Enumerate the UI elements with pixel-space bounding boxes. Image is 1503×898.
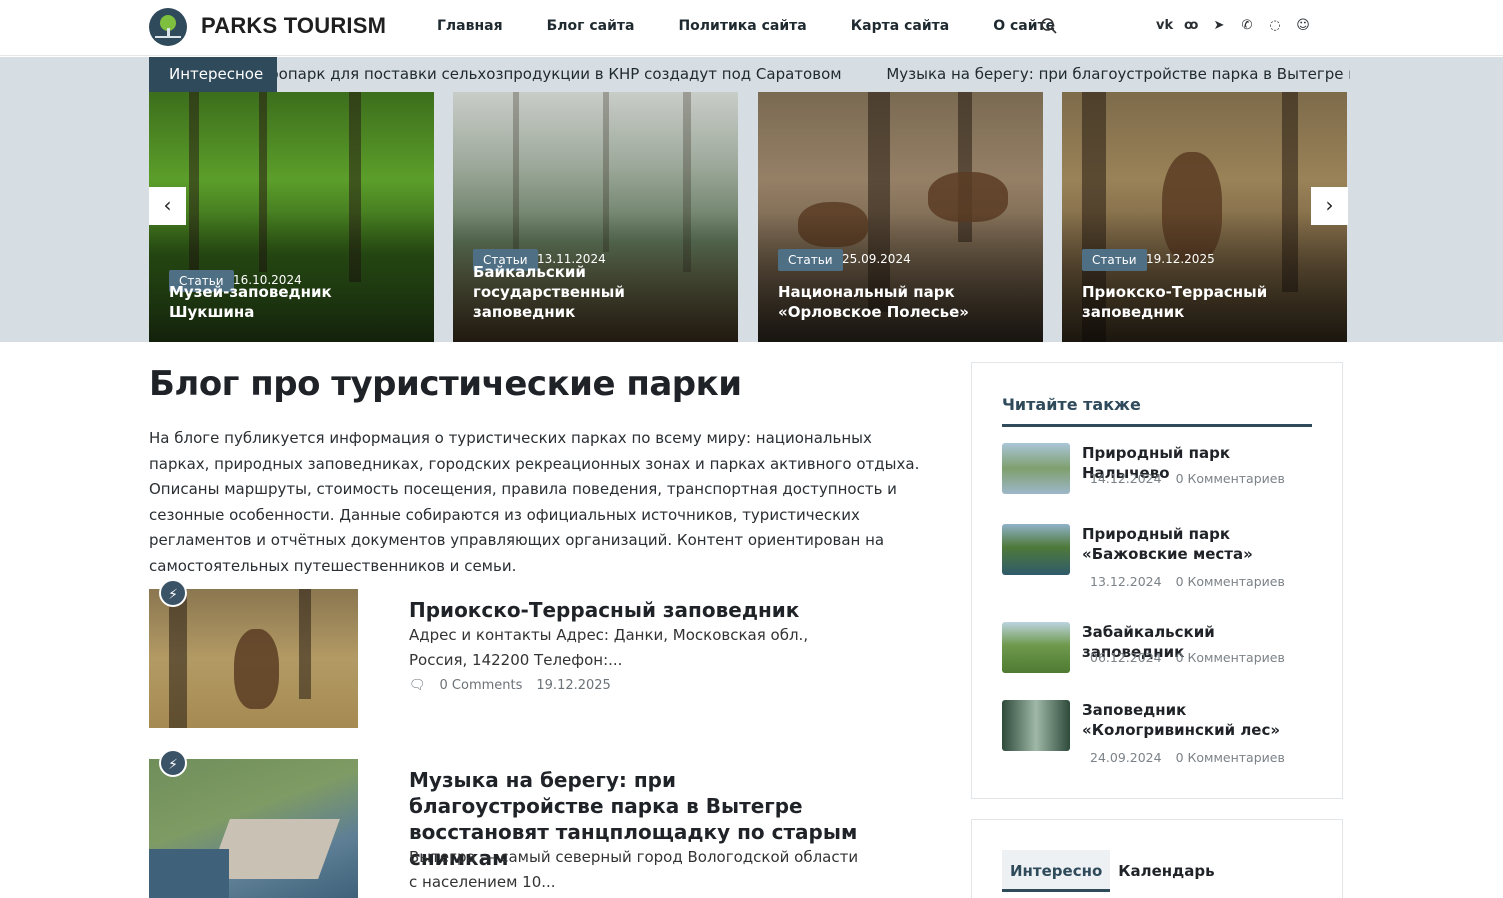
main-nav: Главная Блог сайта Политика сайта Карта …	[437, 18, 1055, 34]
search-icon[interactable]	[1040, 17, 1058, 35]
category-tag[interactable]: Статьи	[1082, 249, 1147, 271]
sidebar-post-title[interactable]: Заповедник «Кологривинский лес»	[1082, 700, 1314, 740]
max-icon[interactable]: ☺	[1296, 18, 1310, 34]
nav-home[interactable]: Главная	[437, 18, 503, 34]
tab-interesting[interactable]: Интересно	[1002, 850, 1111, 892]
post-excerpt: Вытегра — самый северный город Вологодск…	[409, 848, 859, 891]
sidebar-thumbnail[interactable]	[1002, 622, 1070, 673]
nav-blog[interactable]: Блог сайта	[547, 18, 635, 34]
sidebar-post-title[interactable]: Природный парк «Бажовские места»	[1082, 524, 1314, 564]
post-comments[interactable]: 0 Comments	[440, 678, 523, 693]
page-title: Блог про туристические парки	[149, 364, 742, 404]
nav-sitemap[interactable]: Карта сайта	[851, 18, 949, 34]
slide-date: 25.09.2024	[842, 252, 911, 266]
slide-title[interactable]: Приокско-Террасный заповедник	[1082, 282, 1331, 322]
post-meta: 🗨 0 Comments 19.12.2025	[409, 678, 611, 693]
site-brand[interactable]: PARKS TOURISM	[201, 13, 386, 39]
social-links: vk ꝏ ➤ ✆ ◌ ☺	[1156, 18, 1310, 34]
slider-prev-button[interactable]: ‹	[149, 187, 186, 225]
slide-title[interactable]: Национальный парк «Орловское Полесье»	[778, 282, 1027, 322]
intro-text: На блоге публикуется информация о турист…	[149, 429, 920, 575]
comment-icon: 🗨	[409, 678, 426, 693]
telegram-icon[interactable]: ➤	[1212, 18, 1226, 34]
sidebar-thumbnail[interactable]	[1002, 443, 1070, 494]
post-title[interactable]: Приокско-Террасный заповедник	[409, 597, 869, 623]
post-thumbnail[interactable]	[149, 589, 358, 728]
logo-icon[interactable]	[149, 8, 187, 46]
sidebar-post-meta: 13.12.2024 0 Комментариев	[1090, 574, 1285, 589]
bolt-icon: ⚡	[159, 749, 187, 777]
slide-date: 19.12.2025	[1146, 252, 1215, 266]
widget-title-underline	[1002, 424, 1312, 427]
slide-title[interactable]: Музей-заповедник Шукшина	[169, 282, 418, 322]
category-tag[interactable]: Статьи	[778, 249, 843, 271]
slide-card[interactable]: Статьи 25.09.2024 Национальный парк «Орл…	[758, 92, 1043, 342]
ticker-label: Интересное	[149, 57, 277, 92]
vk-icon[interactable]: vk	[1156, 18, 1173, 34]
read-also-widget: Читайте также Природный парк Налычево 14…	[971, 362, 1343, 799]
ok-icon[interactable]: ꝏ	[1184, 18, 1198, 34]
tab-calendar[interactable]: Календарь	[1110, 850, 1222, 892]
tabs-widget: Интересно Календарь	[971, 819, 1343, 898]
ticker-item[interactable]: Агропарк для поставки сельхозпродукции в…	[277, 65, 842, 83]
slider-next-button[interactable]: ›	[1311, 187, 1348, 225]
nav-policy[interactable]: Политика сайта	[678, 18, 806, 34]
bolt-icon: ⚡	[159, 579, 187, 607]
sidebar-post-meta: 14.12.2024 0 Комментариев	[1090, 471, 1285, 486]
slide-card[interactable]: Статьи 19.12.2025 Приокско-Террасный зап…	[1062, 92, 1347, 342]
news-ticker: Агропарк для поставки сельхозпродукции в…	[277, 57, 1350, 92]
sidebar-post-meta: 24.09.2024 0 Комментариев	[1090, 750, 1285, 765]
slide-card[interactable]: Статьи 13.11.2024 Байкальский государств…	[453, 92, 738, 342]
slide-title[interactable]: Байкальский государственный заповедник	[473, 262, 722, 322]
widget-tabs: Интересно Календарь	[1002, 850, 1223, 892]
sidebar-thumbnail[interactable]	[1002, 524, 1070, 575]
ticker-item[interactable]: Музыка на берегу: при благоустройстве па…	[886, 65, 1350, 83]
viber-icon[interactable]: ✆	[1240, 18, 1254, 34]
widget-title: Читайте также	[1002, 395, 1141, 414]
site-header: PARKS TOURISM Главная Блог сайта Политик…	[0, 0, 1503, 56]
post-excerpt: Адрес и контакты Адрес: Данки, Московска…	[409, 626, 809, 669]
slide-card[interactable]: Статьи 16.10.2024 Музей-заповедник Шукши…	[149, 92, 434, 342]
post-date: 19.12.2025	[536, 678, 611, 693]
whatsapp-icon[interactable]: ◌	[1268, 18, 1282, 34]
post-thumbnail[interactable]	[149, 759, 358, 898]
sidebar-post-meta: 06.12.2024 0 Комментариев	[1090, 650, 1285, 665]
sidebar-thumbnail[interactable]	[1002, 700, 1070, 751]
